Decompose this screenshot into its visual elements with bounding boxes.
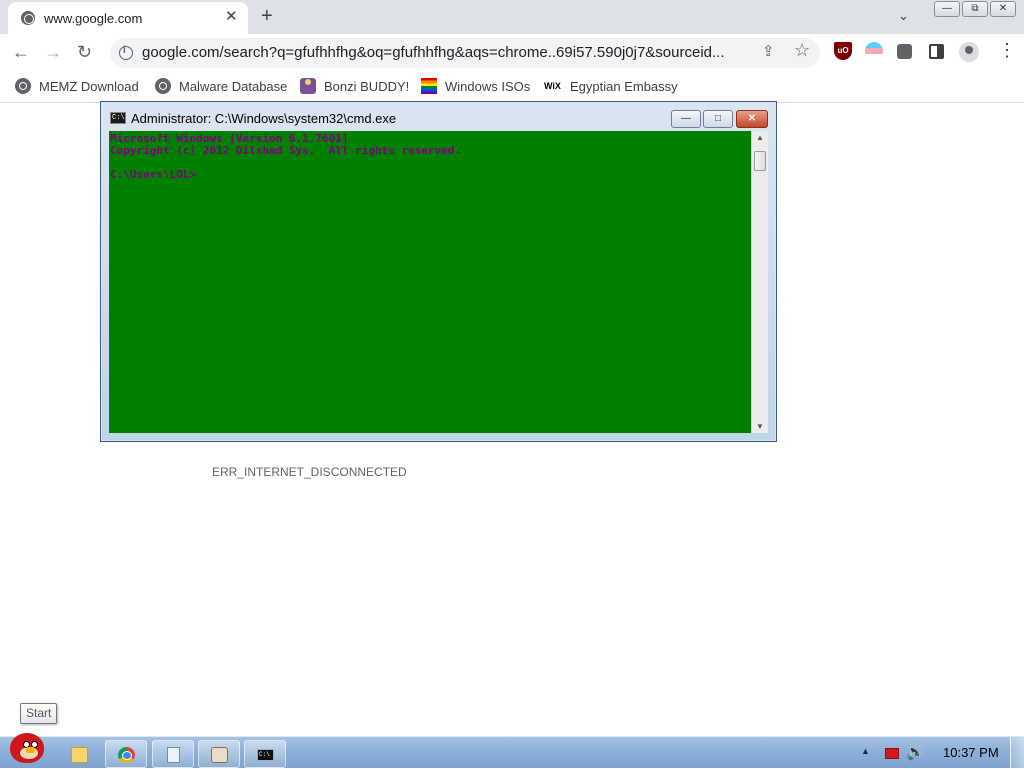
- bookmark-egyptian-embassy[interactable]: WiX Egyptian Embassy: [544, 76, 678, 96]
- taskbar-windows-explorer[interactable]: [58, 740, 100, 768]
- globe-icon: [21, 11, 35, 25]
- taskbar-notepad[interactable]: [152, 740, 194, 768]
- restore-button[interactable]: ⧉: [962, 1, 988, 17]
- start-tooltip: Start: [20, 703, 58, 724]
- globe-icon: [155, 78, 171, 94]
- bookmark-star-icon[interactable]: ☆: [794, 40, 810, 61]
- minimize-button[interactable]: —: [934, 1, 960, 17]
- window-controls: — ⧉ ✕: [932, 1, 1016, 17]
- notepad-icon: [167, 747, 180, 763]
- close-button[interactable]: ✕: [990, 1, 1016, 17]
- browser-menu-icon[interactable]: ⋮: [998, 40, 1016, 60]
- bookmark-label: Bonzi BUDDY!: [324, 78, 410, 94]
- tab-close-icon[interactable]: ✕: [225, 9, 238, 25]
- site-info-icon[interactable]: [119, 45, 133, 60]
- taskbar: C:\ ▲ 🔊 10:37 PM: [0, 733, 1024, 769]
- flag-extension-icon[interactable]: [865, 42, 883, 60]
- ublock-extension-icon[interactable]: uO: [834, 42, 852, 60]
- clock[interactable]: 10:37 PM: [943, 745, 999, 760]
- taskbar-chrome[interactable]: [105, 740, 147, 768]
- bookmark-malware-database[interactable]: Malware Database: [155, 76, 287, 96]
- browser-toolbar: ← → ↻ google.com/search?q=gfufhhfhg&oq=g…: [0, 34, 1024, 70]
- scroll-thumb[interactable]: [754, 151, 766, 171]
- scroll-up-icon[interactable]: ▲: [752, 133, 768, 142]
- show-desktop-button[interactable]: [1010, 737, 1024, 769]
- side-panel-icon[interactable]: [929, 44, 944, 59]
- cmd-minimize-button[interactable]: —: [671, 110, 701, 128]
- start-button[interactable]: [6, 729, 50, 769]
- bookmark-label: MEMZ Download: [39, 78, 139, 94]
- bookmark-label: Egyptian Embassy: [570, 78, 678, 94]
- bookmarks-bar: MEMZ Download Malware Database Bonzi BUD…: [0, 70, 1024, 103]
- new-tab-button[interactable]: +: [261, 4, 273, 28]
- cmd-close-button[interactable]: ✕: [736, 110, 768, 128]
- browser-tab[interactable]: www.google.com ✕: [8, 2, 248, 34]
- profile-avatar-icon[interactable]: [959, 42, 979, 62]
- rainbow-flag-icon: [421, 78, 437, 94]
- globe-icon: [15, 78, 31, 94]
- bookmark-label: Windows ISOs: [445, 78, 531, 94]
- chrome-icon: [118, 747, 135, 763]
- bookmark-memz-download[interactable]: MEMZ Download: [15, 76, 139, 96]
- taskbar-command-prompt[interactable]: C:\: [244, 740, 286, 768]
- back-button[interactable]: ←: [12, 40, 30, 64]
- forward-button[interactable]: →: [44, 40, 62, 64]
- extensions-puzzle-icon[interactable]: [897, 44, 912, 59]
- address-bar[interactable]: google.com/search?q=gfufhhfhg&oq=gfufhhf…: [110, 38, 820, 68]
- cmd-maximize-button[interactable]: □: [703, 110, 733, 128]
- scroll-down-icon[interactable]: ▼: [752, 422, 768, 431]
- paint-icon: [211, 747, 228, 763]
- folder-icon: [71, 747, 88, 763]
- tab-search-icon[interactable]: ⌄: [898, 8, 909, 24]
- console-scrollbar[interactable]: ▲ ▼: [751, 131, 768, 433]
- tab-strip: www.google.com ✕ + ⌄ — ⧉ ✕: [0, 0, 1024, 34]
- bookmark-windows-isos[interactable]: Windows ISOs: [421, 76, 530, 96]
- error-code: ERR_INTERNET_DISCONNECTED: [212, 465, 407, 479]
- bonzi-icon: [300, 78, 316, 94]
- address-url[interactable]: google.com/search?q=gfufhhfhg&oq=gfufhhf…: [142, 44, 767, 61]
- reload-button[interactable]: ↻: [77, 40, 92, 64]
- tab-title: www.google.com: [44, 11, 143, 26]
- show-hidden-icons-button[interactable]: ▲: [861, 746, 870, 756]
- cmd-icon: C:\: [257, 749, 274, 761]
- bookmark-label: Malware Database: [179, 78, 288, 94]
- wix-icon: WiX: [544, 81, 561, 91]
- console-output[interactable]: Microsoft Windows [Version 6.1.7601] Cop…: [109, 131, 751, 433]
- taskbar-paint[interactable]: [198, 740, 240, 768]
- action-center-flag-icon[interactable]: [885, 748, 899, 759]
- volume-icon[interactable]: 🔊: [906, 743, 925, 761]
- bird-beak: [26, 747, 35, 753]
- cmd-icon: C:\: [110, 112, 126, 124]
- cmd-window-title: Administrator: C:\Windows\system32\cmd.e…: [131, 111, 397, 126]
- bookmark-bonzi-buddy[interactable]: Bonzi BUDDY!: [300, 76, 409, 96]
- share-icon[interactable]: ⇪: [762, 42, 775, 60]
- cmd-window[interactable]: C:\ Administrator: C:\Windows\system32\c…: [100, 101, 777, 442]
